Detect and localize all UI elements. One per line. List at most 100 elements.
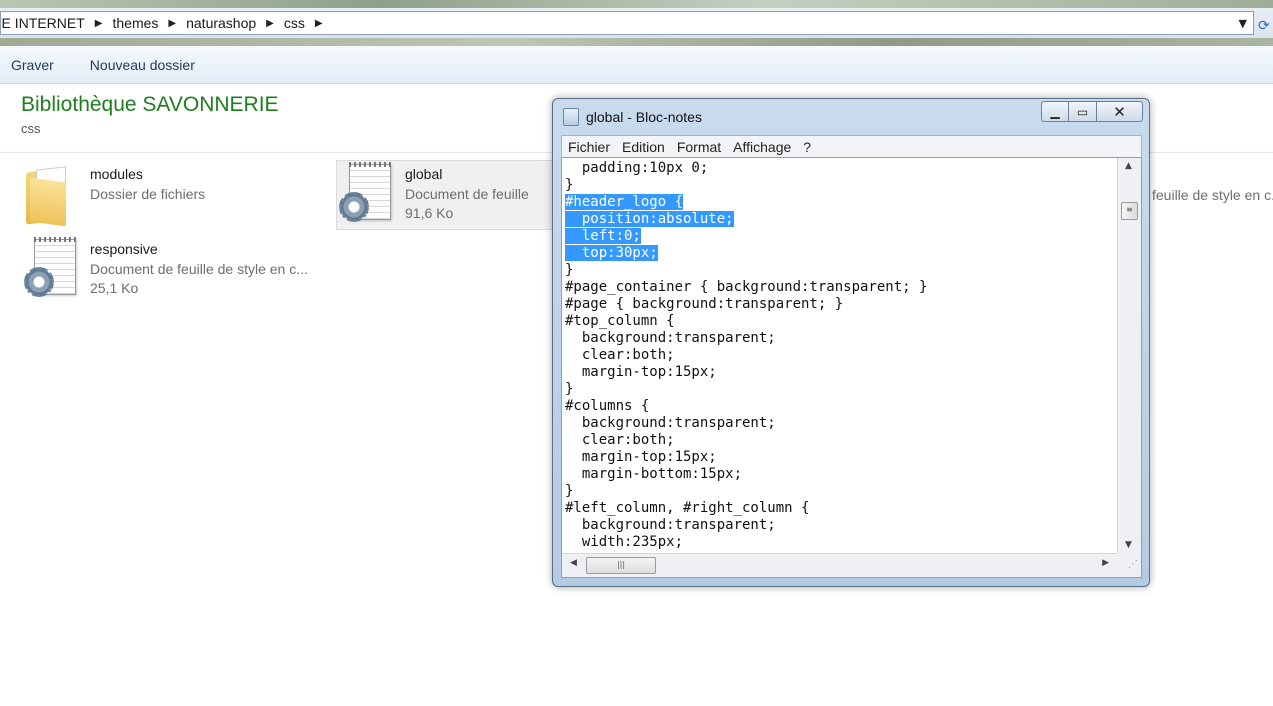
scroll-left-icon[interactable]: ◀ [570,558,577,568]
text-line[interactable]: margin-bottom:15px; [565,466,1117,483]
selected-text: top:30px; [565,245,658,261]
library-title: Bibliothèque SAVONNERIE [21,93,279,116]
line-text: margin-top:15px; [565,364,717,380]
text-line[interactable]: position:absolute; [565,211,1117,228]
notepad-window: global - Bloc-notes ▁ ▭ ✕ Fichier Editio… [552,98,1150,587]
line-text: } [565,177,574,193]
scroll-right-icon[interactable]: ▶ [1102,558,1109,568]
line-text: clear:both; [565,432,675,448]
line-text: background:transparent; [565,517,776,533]
line-text: } [565,483,574,499]
scroll-thumb[interactable]: ≡ [1121,202,1138,220]
line-text: padding:10px 0; [565,160,709,176]
horizontal-scrollbar[interactable]: ◀ ||| ▶ [562,553,1117,577]
breadcrumb-item[interactable]: TE INTERNET [1,15,91,31]
file-item-modules[interactable]: modules Dossier de fichiers [22,162,206,227]
window-controls: ▁ ▭ ✕ [1041,101,1143,122]
breadcrumb-arrow-icon[interactable]: ▶ [262,18,278,29]
text-line[interactable]: clear:both; [565,347,1117,364]
text-line[interactable]: margin-top:15px; [565,364,1117,381]
selected-text: position:absolute; [565,211,734,227]
menu-edit[interactable]: Edition [616,139,671,155]
line-text: } [565,381,574,397]
folder-icon [22,162,80,227]
address-box[interactable]: TE INTERNET ▶ themes ▶ naturashop ▶ css … [0,11,1254,35]
library-header: Bibliothèque SAVONNERIE css [21,93,279,136]
line-text: #top_column { [565,313,675,329]
text-line[interactable]: #left_column, #right_column { [565,500,1117,517]
resize-grip-icon[interactable]: ⋰ [1117,553,1141,577]
menu-bar: Fichier Edition Format Affichage ? [561,135,1142,157]
line-text: #page { background:transparent; } [565,296,844,312]
menu-format[interactable]: Format [671,139,727,155]
text-line[interactable]: left:0; [565,228,1117,245]
file-description: Document de feuille [405,186,529,202]
text-line[interactable]: padding:10px 0; [565,160,1117,177]
breadcrumb-item[interactable]: naturashop [180,15,262,31]
line-text: #page_container { background:transparent… [565,279,928,295]
minimize-button[interactable]: ▁ [1041,101,1069,122]
css-file-icon [22,237,80,299]
breadcrumb-arrow-icon[interactable]: ▶ [164,18,180,29]
address-bar: TE INTERNET ▶ themes ▶ naturashop ▶ css … [0,8,1273,40]
text-line[interactable]: #page { background:transparent; } [565,296,1117,313]
scroll-thumb[interactable]: ||| [586,557,656,574]
line-text: clear:both; [565,347,675,363]
chevron-down-icon[interactable]: ▼ [1239,17,1247,30]
selected-text: #header_logo { [565,194,684,210]
close-icon: ✕ [1113,102,1126,121]
close-button[interactable]: ✕ [1097,101,1143,122]
text-line[interactable]: background:transparent; [565,415,1117,432]
scroll-down-icon[interactable]: ▼ [1125,540,1132,550]
refresh-icon[interactable]: ⟳ [1258,18,1270,34]
file-size: 25,1 Ko [90,280,139,296]
text-line[interactable]: } [565,381,1117,398]
scroll-up-icon[interactable]: ▲ [1125,161,1132,171]
text-line[interactable]: #top_column { [565,313,1117,330]
window-chrome-strip [0,38,1273,46]
text-line[interactable]: width:235px; [565,534,1117,551]
burn-button[interactable]: Graver [0,57,54,73]
vertical-scrollbar[interactable]: ▲ ≡ ▼ [1117,158,1141,553]
line-text: margin-top:15px; [565,449,717,465]
line-text: background:transparent; [565,330,776,346]
file-size: 91,6 Ko [405,205,454,221]
file-description: Dossier de fichiers [90,186,206,202]
breadcrumb-arrow-icon[interactable]: ▶ [91,18,107,29]
maximize-icon: ▭ [1076,104,1089,119]
toolbar: Graver Nouveau dossier [0,46,1273,84]
breadcrumb-item[interactable]: css [278,15,311,31]
minimize-icon: ▁ [1050,104,1060,119]
text-line[interactable]: } [565,177,1117,194]
line-text: width:235px; [565,534,684,550]
maximize-button[interactable]: ▭ [1069,101,1097,122]
line-text: #columns { [565,398,650,414]
file-name: responsive [90,241,158,257]
breadcrumb-item[interactable]: themes [106,15,164,31]
new-folder-button[interactable]: Nouveau dossier [79,57,195,73]
editor-area[interactable]: padding:10px 0;} #header_logo { position:… [561,157,1142,578]
menu-view[interactable]: Affichage [727,139,797,155]
text-line[interactable]: background:transparent; [565,330,1117,347]
menu-file[interactable]: Fichier [562,139,616,155]
file-item-global[interactable]: global Document de feuille 91,6 Ko [336,160,554,230]
line-text: background:transparent; [565,415,776,431]
text-line[interactable]: #columns { [565,398,1117,415]
text-line[interactable]: background:transparent; [565,517,1117,534]
text-line[interactable]: } [565,483,1117,500]
text-line[interactable]: #header_logo { [565,194,1117,211]
menu-help[interactable]: ? [797,139,817,155]
window-title: global - Bloc-notes [586,109,702,125]
text-line[interactable]: #page_container { background:transparent… [565,279,1117,296]
text-line[interactable]: clear:both; [565,432,1117,449]
text-line[interactable]: top:30px; [565,245,1117,262]
text-content[interactable]: padding:10px 0;} #header_logo { position:… [562,158,1117,553]
breadcrumb-arrow-icon[interactable]: ▶ [311,18,327,29]
selected-text: left:0; [565,228,641,244]
text-line[interactable]: margin-top:15px; [565,449,1117,466]
file-name: global [405,166,443,182]
file-item-responsive[interactable]: responsive Document de feuille de style … [22,237,308,299]
css-file-icon [337,162,395,224]
text-line[interactable]: } [565,262,1117,279]
line-text: #left_column, #right_column { [565,500,810,516]
